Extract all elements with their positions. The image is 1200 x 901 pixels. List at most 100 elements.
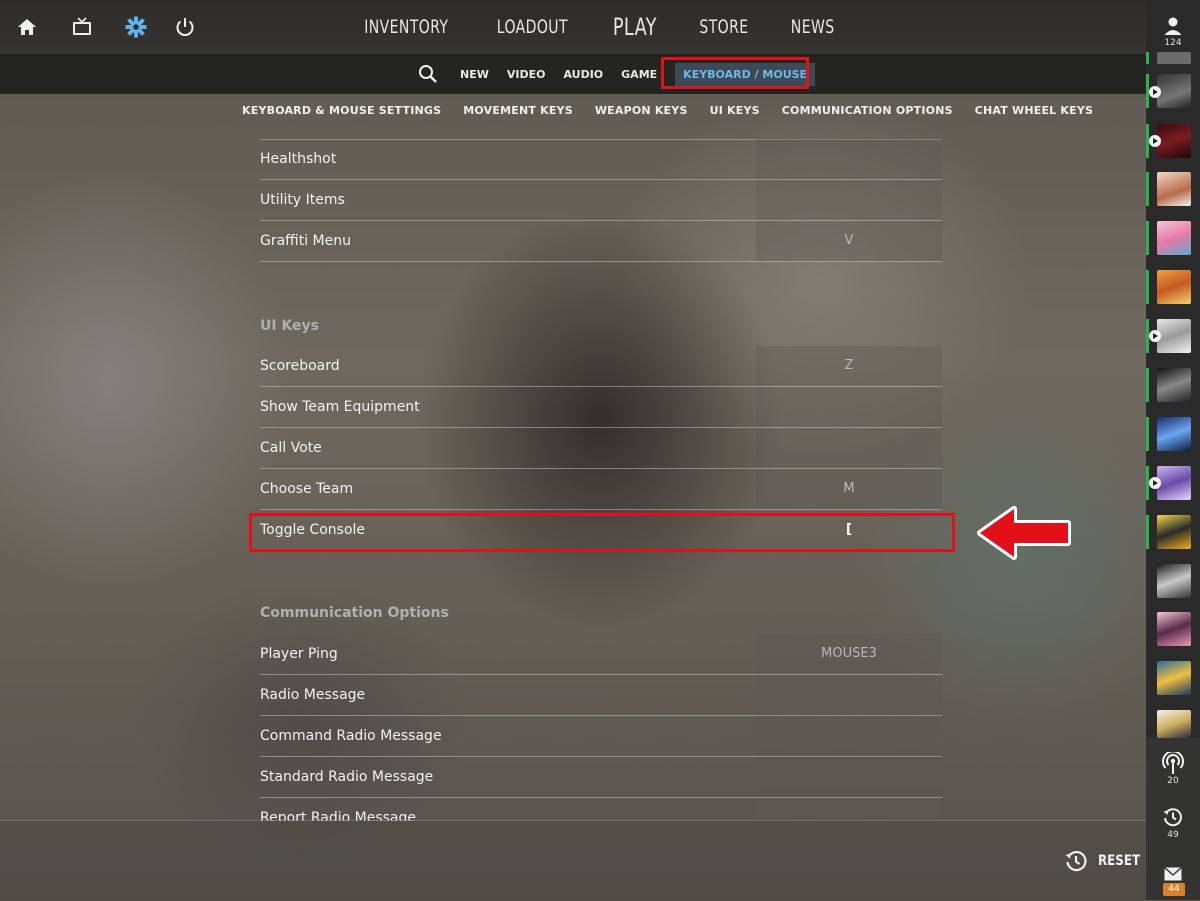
avatar[interactable] bbox=[1157, 124, 1191, 158]
broadcast-count: 20 bbox=[1167, 776, 1179, 786]
keybind-value-box[interactable] bbox=[756, 757, 942, 797]
avatar[interactable] bbox=[1157, 612, 1191, 646]
keybind-label: Command Radio Message bbox=[260, 728, 442, 744]
reset-button[interactable]: RESET bbox=[1064, 848, 1148, 874]
keybind-row[interactable]: Healthshot bbox=[260, 139, 942, 180]
friends-count: 124 bbox=[1164, 38, 1182, 48]
avatar[interactable] bbox=[1157, 564, 1191, 598]
avatar[interactable] bbox=[1157, 368, 1191, 402]
bottom-bar bbox=[0, 820, 1146, 901]
avatar[interactable] bbox=[1157, 661, 1191, 695]
tab-audio[interactable]: AUDIO bbox=[563, 68, 603, 81]
keybind-value: M bbox=[843, 481, 855, 496]
keybind-label: Healthshot bbox=[260, 151, 337, 167]
keybind-row[interactable]: Choose Team M bbox=[260, 469, 942, 510]
avatar[interactable] bbox=[1157, 319, 1191, 353]
online-indicator bbox=[1146, 270, 1149, 304]
keybind-row[interactable]: Player Ping MOUSE3 bbox=[260, 634, 942, 675]
friends-sidebar: 124 20 49 bbox=[1146, 0, 1200, 900]
subnav-keyboard-mouse-settings[interactable]: KEYBOARD & MOUSE SETTINGS bbox=[242, 104, 441, 117]
reset-label: RESET bbox=[1098, 853, 1141, 869]
keybind-label: Show Team Equipment bbox=[260, 399, 420, 415]
online-indicator bbox=[1146, 417, 1149, 451]
tab-video[interactable]: VIDEO bbox=[507, 68, 546, 81]
online-indicator bbox=[1146, 515, 1149, 549]
keybind-value-box[interactable] bbox=[756, 798, 942, 821]
mail-count-badge: 44 bbox=[1163, 883, 1185, 896]
keybind-label: Graffiti Menu bbox=[260, 233, 351, 249]
keybind-value-box[interactable] bbox=[756, 675, 942, 715]
tab-new[interactable]: NEW bbox=[460, 68, 489, 81]
keybind-list: Healthshot Utility Items Graffiti Menu V… bbox=[260, 139, 942, 821]
in-game-icon bbox=[1149, 477, 1161, 489]
keybind-value: Z bbox=[844, 358, 854, 373]
keybind-row[interactable]: Report Radio Message bbox=[260, 798, 942, 821]
power-icon[interactable] bbox=[173, 15, 197, 39]
broadcast-icon[interactable] bbox=[1161, 750, 1185, 778]
annotation-arrow-icon bbox=[977, 506, 1071, 560]
tab-game[interactable]: GAME bbox=[621, 68, 657, 81]
keybind-row[interactable]: Call Vote bbox=[260, 428, 942, 469]
subnav-movement-keys[interactable]: MOVEMENT KEYS bbox=[463, 104, 573, 117]
avatar[interactable] bbox=[1157, 417, 1191, 451]
keybind-value-box[interactable] bbox=[756, 180, 942, 220]
avatar[interactable] bbox=[1157, 74, 1191, 108]
online-indicator bbox=[1146, 52, 1149, 64]
sub-nav: KEYBOARD & MOUSE SETTINGS MOVEMENT KEYS … bbox=[242, 98, 1115, 122]
friends-icon[interactable] bbox=[1163, 16, 1183, 40]
subnav-chat-wheel-keys[interactable]: CHAT WHEEL KEYS bbox=[975, 104, 1093, 117]
keybind-row[interactable]: Standard Radio Message bbox=[260, 757, 942, 798]
avatar[interactable] bbox=[1157, 52, 1191, 64]
history-icon bbox=[1065, 850, 1087, 872]
online-indicator bbox=[1146, 368, 1149, 402]
subnav-weapon-keys[interactable]: WEAPON KEYS bbox=[595, 104, 688, 117]
main-nav: INVENTORY LOADOUT PLAY STORE NEWS bbox=[352, 0, 842, 54]
annotation-highlight-row bbox=[249, 513, 955, 552]
settings-tabs-bar: NEW VIDEO AUDIO GAME KEYBOARD / MOUSE bbox=[0, 54, 1146, 94]
in-game-icon bbox=[1149, 330, 1161, 342]
keybind-row[interactable]: Graffiti Menu V bbox=[260, 221, 942, 262]
nav-play[interactable]: PLAY bbox=[600, 13, 670, 41]
keybind-row[interactable]: Utility Items bbox=[260, 180, 942, 221]
search-icon[interactable] bbox=[418, 63, 440, 85]
nav-inventory[interactable]: INVENTORY bbox=[351, 16, 461, 38]
recent-count: 49 bbox=[1167, 830, 1179, 840]
online-indicator bbox=[1146, 221, 1149, 255]
avatar[interactable] bbox=[1157, 515, 1191, 549]
top-bar: INVENTORY LOADOUT PLAY STORE NEWS bbox=[0, 0, 1146, 54]
keybind-value-box[interactable] bbox=[756, 139, 942, 179]
keybind-label: Utility Items bbox=[260, 192, 345, 208]
keybind-value-box[interactable] bbox=[756, 387, 942, 427]
keybind-label: Standard Radio Message bbox=[260, 769, 434, 785]
keybind-value: MOUSE3 bbox=[821, 646, 877, 661]
in-game-icon bbox=[1149, 86, 1161, 98]
section-title-ui-keys: UI Keys bbox=[260, 318, 320, 334]
nav-store[interactable]: STORE bbox=[686, 16, 761, 38]
keybind-label: Call Vote bbox=[260, 440, 322, 456]
nav-news[interactable]: NEWS bbox=[777, 16, 847, 38]
keybind-label: Radio Message bbox=[260, 687, 366, 703]
nav-loadout[interactable]: LOADOUT bbox=[484, 16, 581, 38]
keybind-row[interactable]: Show Team Equipment bbox=[260, 387, 942, 428]
avatar[interactable] bbox=[1157, 172, 1191, 206]
avatar[interactable] bbox=[1157, 221, 1191, 255]
keybind-value-box[interactable] bbox=[756, 428, 942, 468]
avatar[interactable] bbox=[1157, 710, 1191, 738]
subnav-ui-keys[interactable]: UI KEYS bbox=[710, 104, 760, 117]
keybind-row[interactable]: Scoreboard Z bbox=[260, 346, 942, 387]
annotation-highlight-tab bbox=[661, 57, 809, 89]
keybind-value-box[interactable] bbox=[756, 716, 942, 756]
keybind-row[interactable]: Radio Message bbox=[260, 675, 942, 716]
in-game-icon bbox=[1149, 135, 1161, 147]
gear-icon[interactable] bbox=[124, 15, 148, 39]
keybind-label: Choose Team bbox=[260, 481, 354, 497]
avatar[interactable] bbox=[1157, 466, 1191, 500]
keybind-label: Player Ping bbox=[260, 646, 338, 662]
recent-history-icon[interactable] bbox=[1162, 806, 1184, 832]
keybind-row[interactable]: Command Radio Message bbox=[260, 716, 942, 757]
avatar[interactable] bbox=[1157, 270, 1191, 304]
keybind-label: Scoreboard bbox=[260, 358, 340, 374]
tv-icon[interactable] bbox=[70, 15, 94, 39]
subnav-communication-options[interactable]: COMMUNICATION OPTIONS bbox=[782, 104, 953, 117]
home-icon[interactable] bbox=[15, 15, 39, 39]
